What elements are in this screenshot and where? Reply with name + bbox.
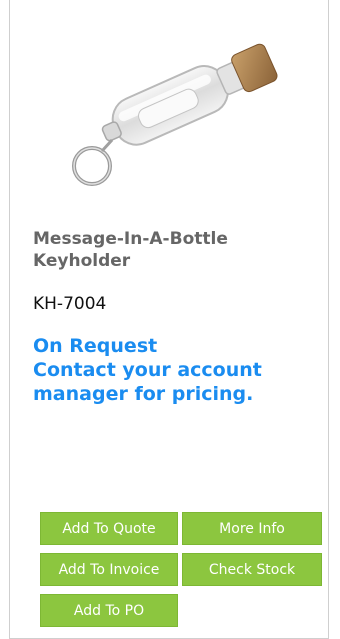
add-to-po-button[interactable]: Add To PO	[40, 594, 178, 627]
product-title[interactable]: Message-In-A-Bottle Keyholder	[33, 228, 313, 272]
more-info-button[interactable]: More Info	[182, 512, 322, 545]
product-image[interactable]	[58, 8, 298, 190]
availability-text: On Request	[33, 335, 158, 357]
add-to-invoice-button[interactable]: Add To Invoice	[40, 553, 178, 586]
product-card: Message-In-A-Bottle Keyholder KH-7004 On…	[9, 0, 329, 639]
pricing-note-line-1: Contact your account	[33, 359, 262, 381]
product-sku: KH-7004	[33, 294, 107, 314]
pricing-status: On Request Contact your account manager …	[33, 334, 328, 406]
add-to-quote-button[interactable]: Add To Quote	[40, 512, 178, 545]
pricing-note-line-2: manager for pricing.	[33, 383, 254, 405]
check-stock-button[interactable]: Check Stock	[182, 553, 322, 586]
